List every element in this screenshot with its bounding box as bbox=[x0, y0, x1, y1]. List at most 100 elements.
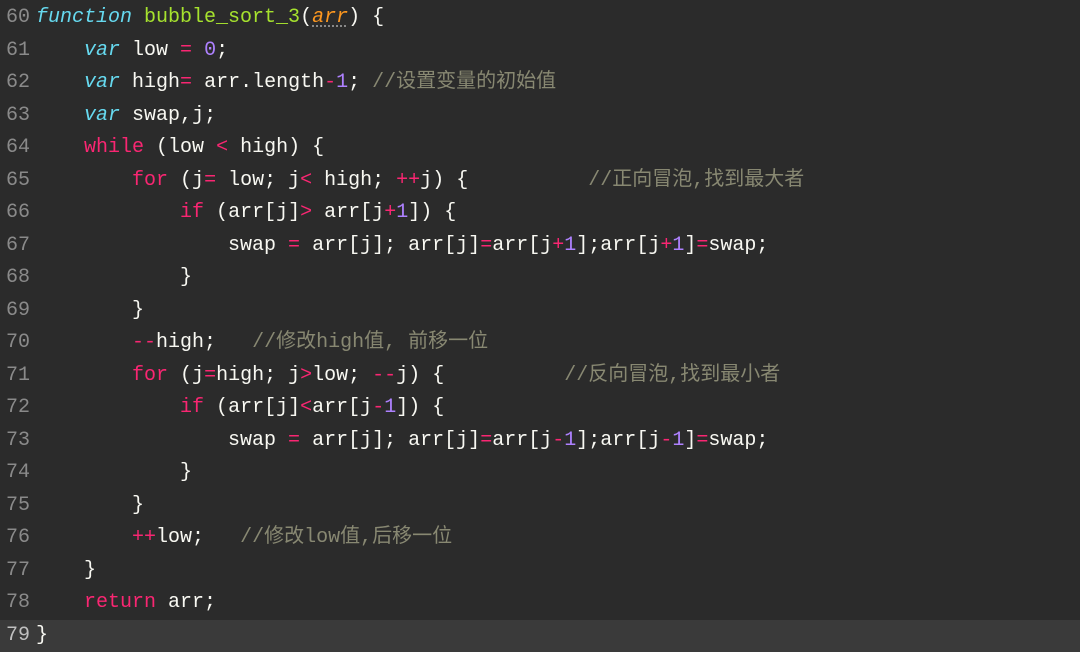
code-line[interactable]: swap = arr[j]; arr[j]=arr[j-1];arr[j-1]=… bbox=[36, 425, 1080, 458]
line-number: 78 bbox=[0, 587, 36, 620]
token-ident: arr bbox=[312, 396, 348, 419]
token-punct: { bbox=[372, 6, 384, 29]
token-param: arr bbox=[312, 6, 348, 29]
token-ident: low bbox=[132, 39, 180, 62]
line-number: 67 bbox=[0, 230, 36, 263]
token-punct: ; bbox=[192, 526, 240, 549]
token-ident: j bbox=[540, 234, 552, 257]
token-ident: arr bbox=[168, 591, 204, 614]
code-line[interactable]: return arr; bbox=[36, 587, 1080, 620]
line-number-gutter: 6061626364656667686970717273747576777879 bbox=[0, 0, 36, 652]
token-num: 1 bbox=[672, 234, 684, 257]
token-punct: ; bbox=[204, 591, 216, 614]
token-op: - bbox=[552, 429, 564, 452]
token-ident: arr bbox=[312, 234, 348, 257]
token-punct bbox=[36, 396, 180, 419]
token-kw1: var bbox=[84, 39, 132, 62]
token-punct bbox=[420, 364, 432, 387]
token-op: - bbox=[372, 396, 384, 419]
token-punct: ]; bbox=[372, 429, 408, 452]
code-area[interactable]: function bubble_sort_3(arr) { var low = … bbox=[36, 0, 1080, 652]
token-punct bbox=[36, 526, 132, 549]
token-cmt: //修改low值,后移一位 bbox=[240, 526, 452, 549]
code-line[interactable]: } bbox=[36, 555, 1080, 588]
token-punct: [ bbox=[528, 429, 540, 452]
code-line[interactable]: } bbox=[36, 262, 1080, 295]
token-ident: high bbox=[216, 364, 264, 387]
code-line[interactable]: --high; //修改high值, 前移一位 bbox=[36, 327, 1080, 360]
line-number: 75 bbox=[0, 490, 36, 523]
line-number: 76 bbox=[0, 522, 36, 555]
token-op: + bbox=[552, 234, 564, 257]
token-punct: } bbox=[132, 494, 144, 517]
token-ident: arr bbox=[492, 429, 528, 452]
code-line[interactable]: function bubble_sort_3(arr) { bbox=[36, 2, 1080, 35]
token-punct: } bbox=[180, 461, 192, 484]
code-line[interactable]: for (j= low; j< high; ++j) { //正向冒泡,找到最大… bbox=[36, 165, 1080, 198]
token-kw1: var bbox=[84, 71, 132, 94]
code-line[interactable]: var high= arr.length-1; //设置变量的初始值 bbox=[36, 67, 1080, 100]
token-punct: ( bbox=[216, 201, 228, 224]
token-ident: j bbox=[648, 429, 660, 452]
token-ident: arr bbox=[228, 201, 264, 224]
token-punct: ( bbox=[180, 169, 192, 192]
code-line[interactable]: } bbox=[36, 490, 1080, 523]
token-op: -- bbox=[132, 331, 156, 354]
token-punct: ; bbox=[348, 364, 372, 387]
code-line[interactable]: if (arr[j]> arr[j+1]) { bbox=[36, 197, 1080, 230]
token-fn: bubble_sort_3 bbox=[144, 6, 300, 29]
token-ident: arr bbox=[600, 429, 636, 452]
token-kw2: if bbox=[180, 396, 216, 419]
token-op: ++ bbox=[396, 169, 420, 192]
token-num: 1 bbox=[396, 201, 408, 224]
code-line[interactable]: var swap,j; bbox=[36, 100, 1080, 133]
code-line[interactable]: ++low; //修改low值,后移一位 bbox=[36, 522, 1080, 555]
token-punct bbox=[36, 104, 84, 127]
code-line[interactable]: while (low < high) { bbox=[36, 132, 1080, 165]
line-number: 63 bbox=[0, 100, 36, 133]
token-kw2: while bbox=[84, 136, 156, 159]
line-number: 70 bbox=[0, 327, 36, 360]
token-num: 1 bbox=[564, 234, 576, 257]
token-punct: ; bbox=[204, 331, 252, 354]
token-ident: swap bbox=[708, 234, 756, 257]
token-punct: ; bbox=[756, 429, 768, 452]
token-punct bbox=[36, 364, 132, 387]
token-punct: ] bbox=[468, 429, 480, 452]
token-punct: ]) bbox=[396, 396, 420, 419]
token-punct bbox=[36, 266, 180, 289]
token-punct bbox=[360, 6, 372, 29]
code-editor[interactable]: 6061626364656667686970717273747576777879… bbox=[0, 0, 1080, 652]
token-op: = bbox=[480, 234, 492, 257]
token-kw1: function bbox=[36, 6, 144, 29]
code-line[interactable]: for (j=high; j>low; --j) { //反向冒泡,找到最小者 bbox=[36, 360, 1080, 393]
token-ident: j bbox=[192, 169, 204, 192]
token-punct bbox=[36, 494, 132, 517]
line-number: 61 bbox=[0, 35, 36, 68]
code-line[interactable]: } bbox=[36, 620, 1080, 652]
token-punct bbox=[36, 429, 228, 452]
token-punct: [ bbox=[444, 429, 456, 452]
token-num: 1 bbox=[336, 71, 348, 94]
token-ident: low bbox=[228, 169, 264, 192]
token-ident: arr bbox=[492, 234, 528, 257]
token-punct: ]; bbox=[576, 429, 600, 452]
code-line[interactable]: if (arr[j]<arr[j-1]) { bbox=[36, 392, 1080, 425]
token-punct: } bbox=[132, 299, 144, 322]
token-punct bbox=[36, 136, 84, 159]
code-line[interactable]: } bbox=[36, 457, 1080, 490]
token-ident: j bbox=[288, 364, 300, 387]
code-line[interactable]: } bbox=[36, 295, 1080, 328]
token-ident: arr bbox=[408, 234, 444, 257]
token-ident: low bbox=[156, 526, 192, 549]
token-ident: arr bbox=[312, 429, 348, 452]
token-punct bbox=[36, 331, 132, 354]
token-punct bbox=[468, 169, 588, 192]
token-ident: arr bbox=[324, 201, 360, 224]
code-line[interactable]: swap = arr[j]; arr[j]=arr[j+1];arr[j+1]=… bbox=[36, 230, 1080, 263]
token-op: = bbox=[204, 364, 216, 387]
token-op: < bbox=[216, 136, 240, 159]
token-op: - bbox=[660, 429, 672, 452]
code-line[interactable]: var low = 0; bbox=[36, 35, 1080, 68]
token-ident: j bbox=[540, 429, 552, 452]
